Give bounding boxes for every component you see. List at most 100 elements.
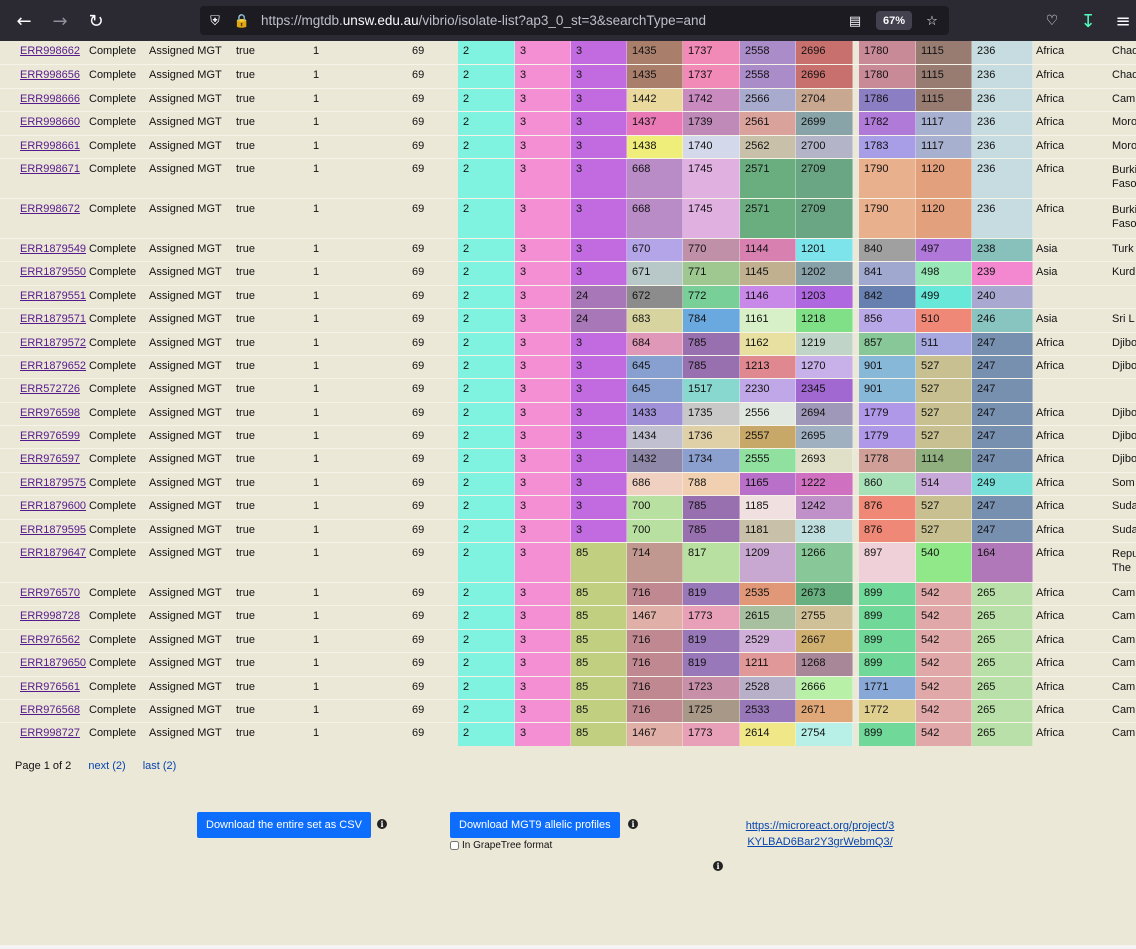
accession-link[interactable]: ERR998662 [20, 45, 80, 57]
allele-cell: 1165 [740, 472, 796, 496]
assignment-cell: Assigned MGT [149, 162, 222, 175]
accession-link[interactable]: ERR998660 [20, 116, 80, 128]
accession-link[interactable]: ERR998727 [20, 727, 80, 739]
allele-cell: 85 [571, 699, 627, 723]
st-cell: 69 [412, 359, 425, 372]
accession-link[interactable]: ERR976598 [20, 407, 80, 419]
allele-cell: 2704 [796, 88, 853, 112]
accession-link[interactable]: ERR1879551 [20, 290, 86, 302]
download-csv-button[interactable]: Download the entire set as CSV [197, 812, 371, 838]
status-cell: Complete [89, 139, 137, 152]
accession-link[interactable]: ERR1879572 [20, 337, 86, 349]
accession-link[interactable]: ERR998656 [20, 69, 80, 81]
bookmark-star-icon[interactable]: ☆ [923, 12, 941, 30]
count-cell: 1 [313, 45, 320, 57]
region-cell [1031, 286, 1107, 308]
forward-icon[interactable]: → [47, 8, 73, 34]
allele-cell: 3 [571, 88, 627, 112]
allele-cell: 1213 [740, 355, 796, 379]
assignment-cell: Assigned MGT [149, 336, 222, 349]
accession-link[interactable]: ERR1879549 [20, 243, 86, 255]
country-cell: Djibo [1112, 430, 1136, 443]
allele-cell: 645 [627, 355, 683, 379]
next-page-link[interactable]: next (2) [88, 760, 125, 772]
reader-view-icon[interactable]: ▤ [846, 12, 864, 30]
table-row: ERR976598 Complete Assigned MGT true 1 69 2 3 3 1… [0, 401, 1136, 426]
allele-cell: 3 [571, 449, 627, 472]
accession-cell: ERR1879650 [15, 653, 87, 675]
st-cell: 69 [412, 453, 425, 466]
accession-link[interactable]: ERR976599 [20, 430, 80, 442]
grapetree-option[interactable]: In GrapeTree format [450, 840, 552, 851]
allele-cell: 85 [571, 583, 627, 606]
region-cell: Africa [1036, 703, 1065, 716]
accession-link[interactable]: ERR976570 [20, 587, 80, 599]
info-icon[interactable]: i [713, 861, 723, 871]
download-mgt9-button[interactable]: Download MGT9 allelic profiles [450, 812, 620, 838]
reload-icon[interactable]: ↻ [83, 8, 109, 34]
st-cell: 69 [412, 523, 425, 536]
allele-cell: 236 [972, 88, 1033, 112]
accession-link[interactable]: ERR1879595 [20, 524, 86, 536]
allele-cell: 2 [458, 496, 515, 519]
country-cell: Chad [1112, 45, 1136, 57]
microreact-link[interactable]: https://microreact.org/project/3KYLBAD6B… [745, 818, 895, 850]
accession-link[interactable]: ERR998666 [20, 93, 80, 105]
accession-link[interactable]: ERR976562 [20, 634, 80, 646]
accession-link[interactable]: ERR976597 [20, 453, 80, 465]
allele-cell: 1211 [740, 653, 796, 676]
allele-cell: 236 [972, 112, 1033, 135]
last-page-link[interactable]: last (2) [143, 760, 177, 772]
grapetree-checkbox[interactable] [450, 841, 459, 850]
url-text[interactable]: https://mgtdb.unsw.edu.au/vibrio/isolate… [261, 13, 706, 28]
allele-cell: 2 [458, 676, 515, 699]
accession-link[interactable]: ERR998661 [20, 140, 80, 152]
accession-link[interactable]: ERR976568 [20, 704, 80, 716]
lock-icon[interactable]: 🔒 [233, 12, 251, 30]
accession-link[interactable]: ERR998672 [20, 203, 80, 215]
count-cell: 1 [313, 162, 320, 175]
allele-cell: 265 [972, 629, 1033, 653]
flag-cell: true [236, 202, 255, 215]
allele-cell: 1115 [916, 65, 972, 88]
region-cell: Africa [1036, 500, 1065, 513]
accession-link[interactable]: ERR572726 [20, 383, 80, 395]
accession-link[interactable]: ERR998728 [20, 610, 80, 622]
allele-cell: 3 [515, 285, 571, 309]
allele-cell: 2555 [740, 449, 796, 472]
zoom-level[interactable]: 67% [876, 11, 912, 30]
menu-icon[interactable]: ≡ [1110, 8, 1136, 34]
status-cell: Complete [89, 45, 137, 57]
allele-cell: 511 [916, 332, 972, 355]
allele-cell: 3 [571, 496, 627, 519]
accession-link[interactable]: ERR1879550 [20, 266, 86, 278]
accession-link[interactable]: ERR1879600 [20, 500, 86, 512]
allele-cell: 714 [627, 543, 683, 583]
status-cell: Complete [89, 476, 137, 489]
accession-cell: ERR998662 [15, 41, 87, 64]
table-row: ERR976597 Complete Assigned MGT true 1 69 2 3 3 1… [0, 448, 1136, 472]
allele-cell: 899 [859, 629, 916, 653]
status-cell: Complete [89, 633, 137, 646]
url-bar[interactable]: ⛨ 🔒 https://mgtdb.unsw.edu.au/vibrio/iso… [200, 6, 949, 35]
st-cell: 69 [412, 289, 425, 302]
accession-link[interactable]: ERR1879571 [20, 313, 86, 325]
status-cell: Complete [89, 587, 137, 600]
accession-link[interactable]: ERR1879575 [20, 477, 86, 489]
download-icon[interactable]: ↧ [1075, 8, 1101, 34]
accession-link[interactable]: ERR1879652 [20, 360, 86, 372]
accession-link[interactable]: ERR976561 [20, 681, 80, 693]
shield-icon[interactable]: ⛨ [206, 12, 224, 30]
allele-cell: 819 [683, 653, 740, 676]
allele-cell: 240 [972, 285, 1033, 309]
info-icon[interactable]: i [628, 819, 638, 829]
accession-link[interactable]: ERR1879650 [20, 657, 86, 669]
accession-link[interactable]: ERR1879647 [20, 547, 86, 559]
info-icon[interactable]: i [377, 819, 387, 829]
allele-cell: 236 [972, 135, 1033, 158]
allele-cell: 876 [859, 496, 916, 519]
back-icon[interactable]: ← [11, 8, 37, 34]
allele-cell: 265 [972, 653, 1033, 676]
accession-link[interactable]: ERR998671 [20, 163, 80, 175]
pocket-icon[interactable]: ♡ [1039, 8, 1065, 34]
